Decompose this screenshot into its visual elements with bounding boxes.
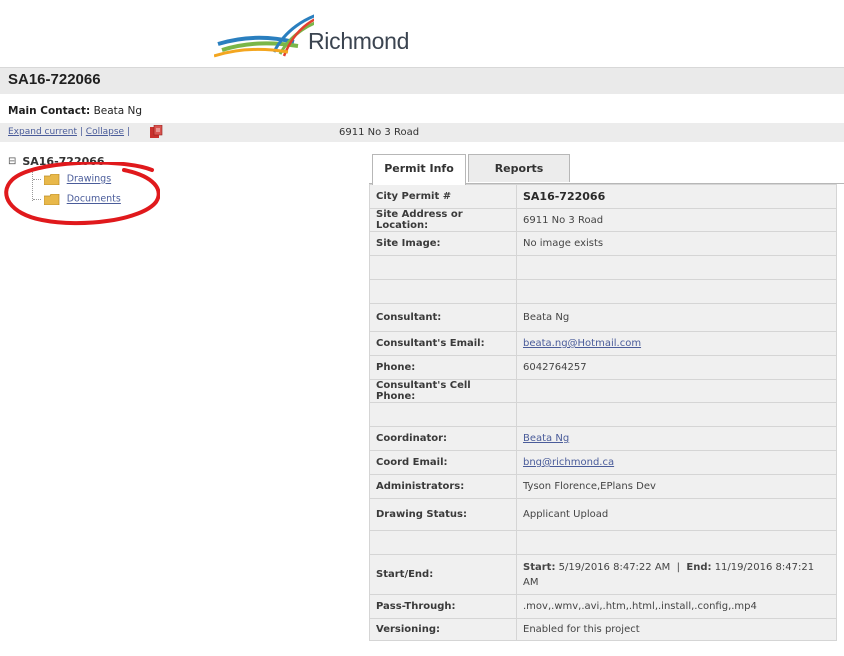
table-row: Coord Email: bng@richmond.ca (369, 450, 837, 475)
start-end-value: Start: 5/19/2016 8:47:22 AM | End: 11/19… (516, 554, 837, 595)
end-label: End: (686, 561, 712, 573)
table-row (369, 530, 837, 555)
phone-label: Phone: (369, 355, 517, 380)
richmond-logo: Richmond (214, 6, 434, 64)
toolbar-separator: | (79, 127, 83, 137)
table-row: Consultant: Beata Ng (369, 303, 837, 332)
consultant-email-label: Consultant's Email: (369, 331, 517, 356)
empty-cell (369, 255, 517, 280)
city-permit-label: City Permit # (369, 184, 517, 209)
consultant-cell-label: Consultant's Cell Phone: (369, 379, 517, 403)
table-row: Versioning: Enabled for this project (369, 618, 837, 641)
empty-cell (516, 255, 837, 280)
start-end-divider: | (676, 561, 681, 573)
main-contact: Main Contact: Beata Ng (8, 105, 142, 117)
empty-cell (516, 402, 837, 427)
site-image-value: No image exists (516, 231, 837, 256)
empty-cell (369, 530, 517, 555)
expand-current-link[interactable]: Expand current (8, 127, 77, 137)
table-row: Start/End: Start: 5/19/2016 8:47:22 AM |… (369, 554, 837, 595)
coordinator-cell: Beata Ng (516, 426, 837, 451)
tree-toolbar: Expand current | Collapse | 6911 No 3 Ro… (0, 123, 844, 142)
highlight-circle-annotation (4, 162, 160, 226)
table-row: Administrators: Tyson Florence,EPlans De… (369, 474, 837, 499)
table-row: Drawing Status: Applicant Upload (369, 498, 837, 531)
logo-text: Richmond (308, 28, 410, 54)
site-address-label: Site Address or Location: (369, 208, 517, 232)
city-permit-value: SA16-722066 (516, 184, 837, 209)
table-row: Phone: 6042764257 (369, 355, 837, 380)
permit-title-bar: SA16-722066 (0, 67, 844, 94)
empty-cell (369, 279, 517, 304)
table-row: Site Address or Location: 6911 No 3 Road (369, 208, 837, 232)
coord-email-label: Coord Email: (369, 450, 517, 475)
phone-value: 6042764257 (516, 355, 837, 380)
table-row: Coordinator: Beata Ng (369, 426, 837, 451)
drawing-status-label: Drawing Status: (369, 498, 517, 531)
site-image-label: Site Image: (369, 231, 517, 256)
toolbar-separator-2: | (126, 127, 130, 137)
administrators-label: Administrators: (369, 474, 517, 499)
site-address-value: 6911 No 3 Road (516, 208, 837, 232)
consultant-cell-value (516, 379, 837, 403)
richmond-swoosh-icon (214, 14, 314, 58)
tab-permit-info[interactable]: Permit Info (372, 154, 466, 185)
coordinator-link[interactable]: Beata Ng (523, 433, 569, 444)
table-row: Site Image: No image exists (369, 231, 837, 256)
tab-reports[interactable]: Reports (468, 154, 570, 182)
permit-info-panel: City Permit # SA16-722066 Site Address o… (369, 183, 844, 641)
pdf-icon[interactable] (149, 125, 163, 139)
main-contact-label: Main Contact: (8, 105, 91, 117)
table-row: Pass-Through: .mov,.wmv,.avi,.htm,.html,… (369, 594, 837, 619)
table-row: Consultant's Email: beata.ng@Hotmail.com (369, 331, 837, 356)
start-label: Start: (523, 561, 556, 573)
table-row: Consultant's Cell Phone: (369, 379, 837, 403)
page-title: SA16-722066 (8, 71, 101, 88)
coord-email-cell: bng@richmond.ca (516, 450, 837, 475)
pass-through-value: .mov,.wmv,.avi,.htm,.html,.install,.conf… (516, 594, 837, 619)
coord-email-link[interactable]: bng@richmond.ca (523, 457, 614, 468)
drawing-status-value: Applicant Upload (516, 498, 837, 531)
start-value: 5/19/2016 8:47:22 AM (558, 561, 671, 573)
table-row (369, 255, 837, 280)
consultant-email-cell: beata.ng@Hotmail.com (516, 331, 837, 356)
collapse-link[interactable]: Collapse (86, 127, 124, 137)
consultant-label: Consultant: (369, 303, 517, 332)
versioning-value: Enabled for this project (516, 618, 837, 641)
start-end-label: Start/End: (369, 554, 517, 595)
table-row: City Permit # SA16-722066 (369, 184, 837, 209)
empty-cell (516, 530, 837, 555)
administrators-value: Tyson Florence,EPlans Dev (516, 474, 837, 499)
consultant-value: Beata Ng (516, 303, 837, 332)
empty-cell (516, 279, 837, 304)
empty-cell (369, 402, 517, 427)
coordinator-label: Coordinator: (369, 426, 517, 451)
toolbar-address: 6911 No 3 Road (339, 127, 420, 138)
consultant-email-link[interactable]: beata.ng@Hotmail.com (523, 338, 641, 349)
versioning-label: Versioning: (369, 618, 517, 641)
table-row (369, 402, 837, 427)
main-contact-value: Beata Ng (93, 105, 143, 117)
pass-through-label: Pass-Through: (369, 594, 517, 619)
permit-info-table: City Permit # SA16-722066 Site Address o… (369, 184, 837, 641)
table-row (369, 279, 837, 304)
